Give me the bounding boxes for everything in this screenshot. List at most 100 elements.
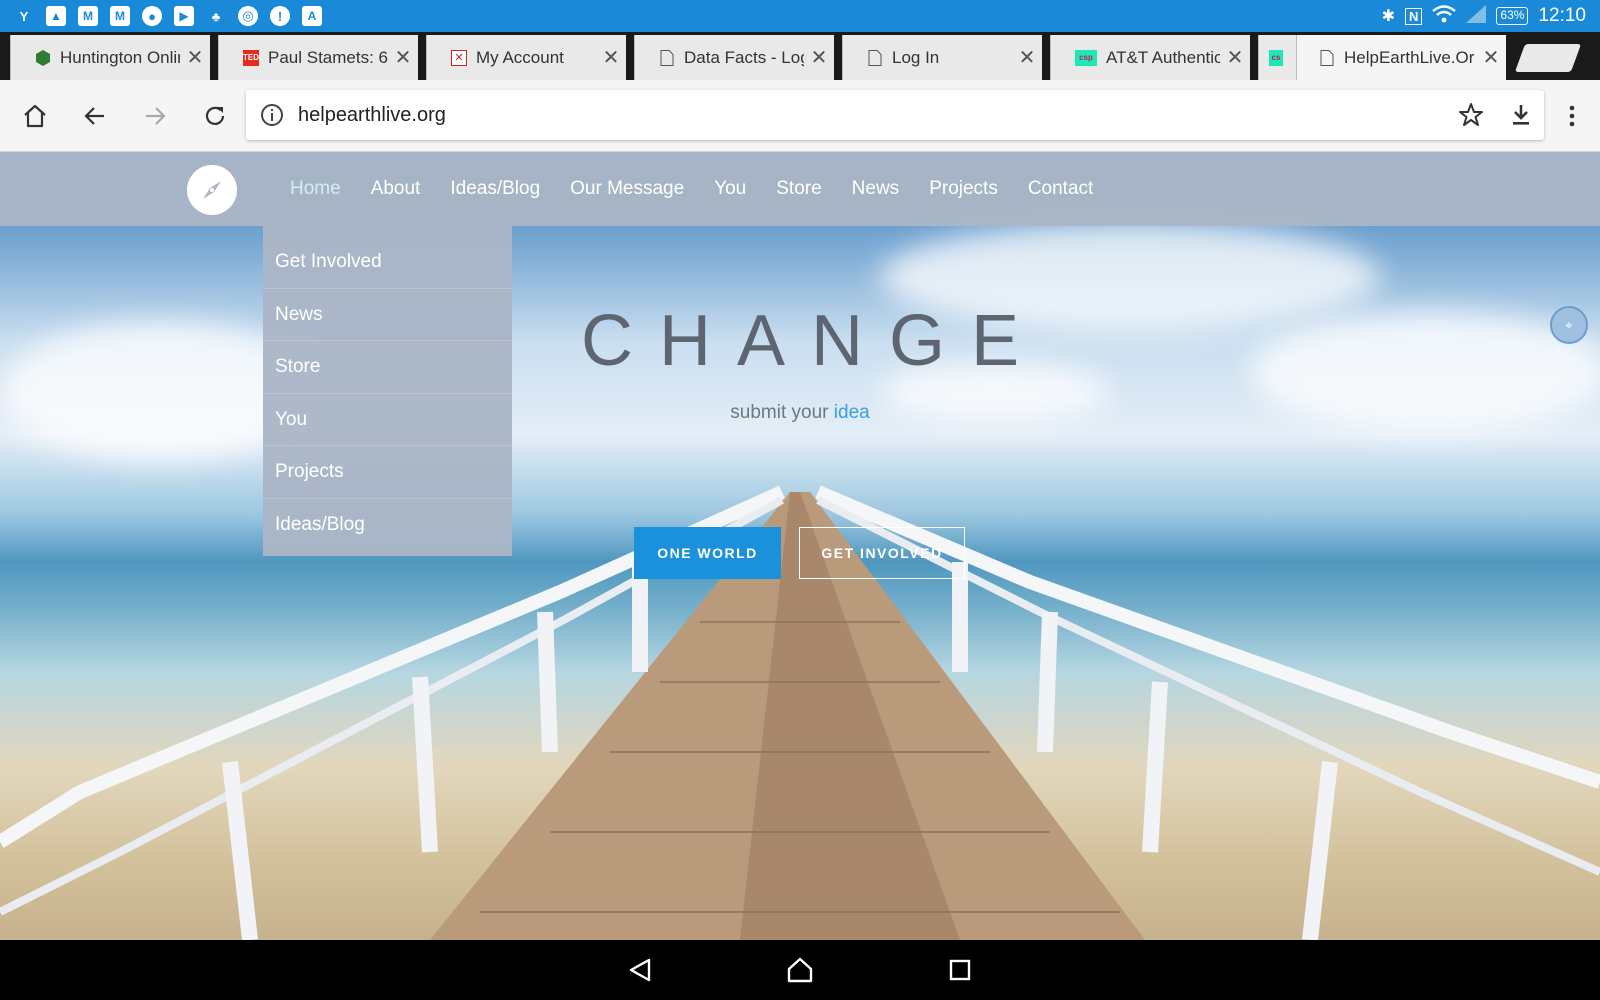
- bluetooth-icon: ✱: [1381, 8, 1396, 25]
- ted-favicon-icon: TED: [243, 49, 259, 66]
- reload-icon: [205, 106, 225, 125]
- hero-subtitle-link[interactable]: idea: [834, 402, 870, 423]
- close-icon[interactable]: ✕: [388, 45, 418, 70]
- tab-title: AT&T Authentica: [1106, 47, 1220, 67]
- document-favicon-icon: [867, 49, 883, 66]
- forward-button[interactable]: [135, 96, 175, 136]
- address-bar[interactable]: helpearthlive.org: [246, 90, 1544, 140]
- dropdown-item-news[interactable]: News: [263, 289, 512, 341]
- tab-title: Huntington Onlin: [60, 47, 180, 67]
- tab-log-in[interactable]: Log In ✕: [842, 35, 1042, 80]
- nfc-icon: N: [1405, 7, 1423, 25]
- menu-button[interactable]: [1552, 96, 1592, 136]
- dropdown-item-you[interactable]: You: [263, 394, 512, 446]
- battery-indicator: 63%: [1496, 7, 1529, 25]
- site-navigation: Home About Ideas/Blog Our Message You St…: [0, 152, 1600, 226]
- system-home-button[interactable]: [780, 952, 820, 988]
- youtube-icon: ▶: [174, 6, 194, 26]
- arrow-left-icon: [84, 107, 104, 125]
- notification-icons: Y ▲ M M ● ▶ ♣ ◎ ! A: [14, 6, 322, 26]
- gmail-icon: M: [78, 6, 98, 26]
- nav-our-message[interactable]: Our Message: [555, 152, 699, 226]
- yahoo-icon: Y: [19, 8, 29, 24]
- one-world-button[interactable]: ONE WORLD: [634, 527, 781, 579]
- document-favicon-icon: [1319, 49, 1335, 66]
- tab-helpearthlive[interactable]: HelpEarthLive.Or ✕: [1296, 35, 1506, 80]
- url-text[interactable]: helpearthlive.org: [298, 104, 446, 127]
- tab-data-facts[interactable]: Data Facts - Logi ✕: [634, 35, 834, 80]
- signal-icon: [1466, 4, 1487, 28]
- nav-store[interactable]: Store: [761, 152, 836, 226]
- tab-att[interactable]: csp AT&T Authentica ✕: [1050, 35, 1250, 80]
- tab-my-account[interactable]: ✕ My Account ✕: [426, 35, 626, 80]
- tab-csp-collapsed[interactable]: cs: [1258, 35, 1298, 80]
- hero-subtitle: submit your idea: [0, 402, 1600, 424]
- hexagon-favicon-icon: [35, 49, 51, 66]
- clock: 12:10: [1538, 5, 1586, 26]
- close-icon[interactable]: ✕: [596, 45, 626, 70]
- download-icon[interactable]: [1508, 102, 1534, 128]
- tab-strip: Huntington Onlin ✕ TED Paul Stamets: 6 w…: [0, 32, 1600, 80]
- star-icon[interactable]: [1458, 102, 1484, 128]
- wifi-icon: [1432, 4, 1457, 28]
- app-a-icon: A: [302, 6, 322, 26]
- hero-title: CHANGE: [580, 301, 1046, 381]
- close-icon[interactable]: ✕: [1220, 45, 1250, 70]
- get-involved-button[interactable]: GET INVOLVED: [799, 527, 965, 579]
- browser-toolbar: helpearthlive.org: [0, 80, 1600, 152]
- nav-about[interactable]: About: [356, 152, 436, 226]
- nav-projects[interactable]: Projects: [914, 152, 1013, 226]
- nav-news[interactable]: News: [837, 152, 915, 226]
- csp-favicon-icon: cs: [1269, 49, 1283, 66]
- nav-ideas-blog[interactable]: Ideas/Blog: [435, 152, 555, 226]
- nav-you[interactable]: You: [699, 152, 761, 226]
- tab-huntington[interactable]: Huntington Onlin ✕: [10, 35, 210, 80]
- new-tab-button[interactable]: [1514, 44, 1582, 72]
- triangle-back-icon: [629, 958, 651, 982]
- nav-home[interactable]: Home: [275, 152, 356, 226]
- mail-icon: M: [110, 6, 130, 26]
- close-icon[interactable]: ✕: [1476, 45, 1506, 70]
- tab-title: HelpEarthLive.Or: [1344, 47, 1475, 67]
- basketball-icon: ◎: [238, 6, 258, 26]
- home-button[interactable]: [15, 96, 55, 136]
- system-navigation-bar: [0, 940, 1600, 1000]
- nav-contact[interactable]: Contact: [1013, 152, 1108, 226]
- dropdown-item-get-involved[interactable]: Get Involved: [263, 236, 512, 289]
- bird-icon: ♣: [211, 8, 221, 24]
- dropdown-item-ideas-blog[interactable]: Ideas/Blog: [263, 499, 512, 552]
- system-recents-button[interactable]: [940, 952, 980, 988]
- system-back-button[interactable]: [620, 952, 660, 988]
- arrow-right-icon: [146, 107, 166, 125]
- web-page: Home About Ideas/Blog Our Message You St…: [0, 152, 1600, 940]
- dropdown-item-projects[interactable]: Projects: [263, 446, 512, 499]
- compass-logo-icon[interactable]: [187, 165, 237, 215]
- system-indicators: ✱ N 63% 12:10: [1382, 0, 1586, 32]
- envelope-favicon-icon: ✕: [451, 49, 467, 66]
- more-vert-icon: [1569, 105, 1575, 127]
- home-dropdown-menu: Get Involved News Store You Projects Ide…: [263, 226, 512, 556]
- tab-title: Log In: [892, 47, 940, 67]
- info-icon[interactable]: [260, 103, 284, 127]
- gallery-icon: ▲: [46, 6, 66, 26]
- reload-button[interactable]: [195, 96, 235, 136]
- dropdown-item-store[interactable]: Store: [263, 341, 512, 394]
- main-menu: Home About Ideas/Blog Our Message You St…: [275, 152, 1108, 226]
- tab-title: Data Facts - Logi: [684, 47, 804, 67]
- compass-app-icon: ●: [142, 6, 162, 26]
- hero-subtitle-text: submit your: [730, 402, 829, 423]
- accessibility-widget-icon[interactable]: ⌖: [1550, 306, 1588, 344]
- close-icon[interactable]: ✕: [804, 45, 834, 70]
- hero-buttons: ONE WORLD GET INVOLVED: [634, 527, 965, 579]
- alert-icon: !: [270, 6, 290, 26]
- tab-title: My Account: [476, 47, 564, 67]
- square-recents-icon: [949, 959, 971, 981]
- status-bar: Y ▲ M M ● ▶ ♣ ◎ ! A ✱ N 63% 12:10: [0, 0, 1600, 32]
- close-icon[interactable]: ✕: [1012, 45, 1042, 70]
- csp-favicon-icon: csp: [1075, 49, 1097, 66]
- tab-ted[interactable]: TED Paul Stamets: 6 w ✕: [218, 35, 418, 80]
- back-button[interactable]: [75, 96, 115, 136]
- home-outline-icon: [787, 957, 813, 983]
- document-favicon-icon: [659, 49, 675, 66]
- close-icon[interactable]: ✕: [180, 45, 210, 70]
